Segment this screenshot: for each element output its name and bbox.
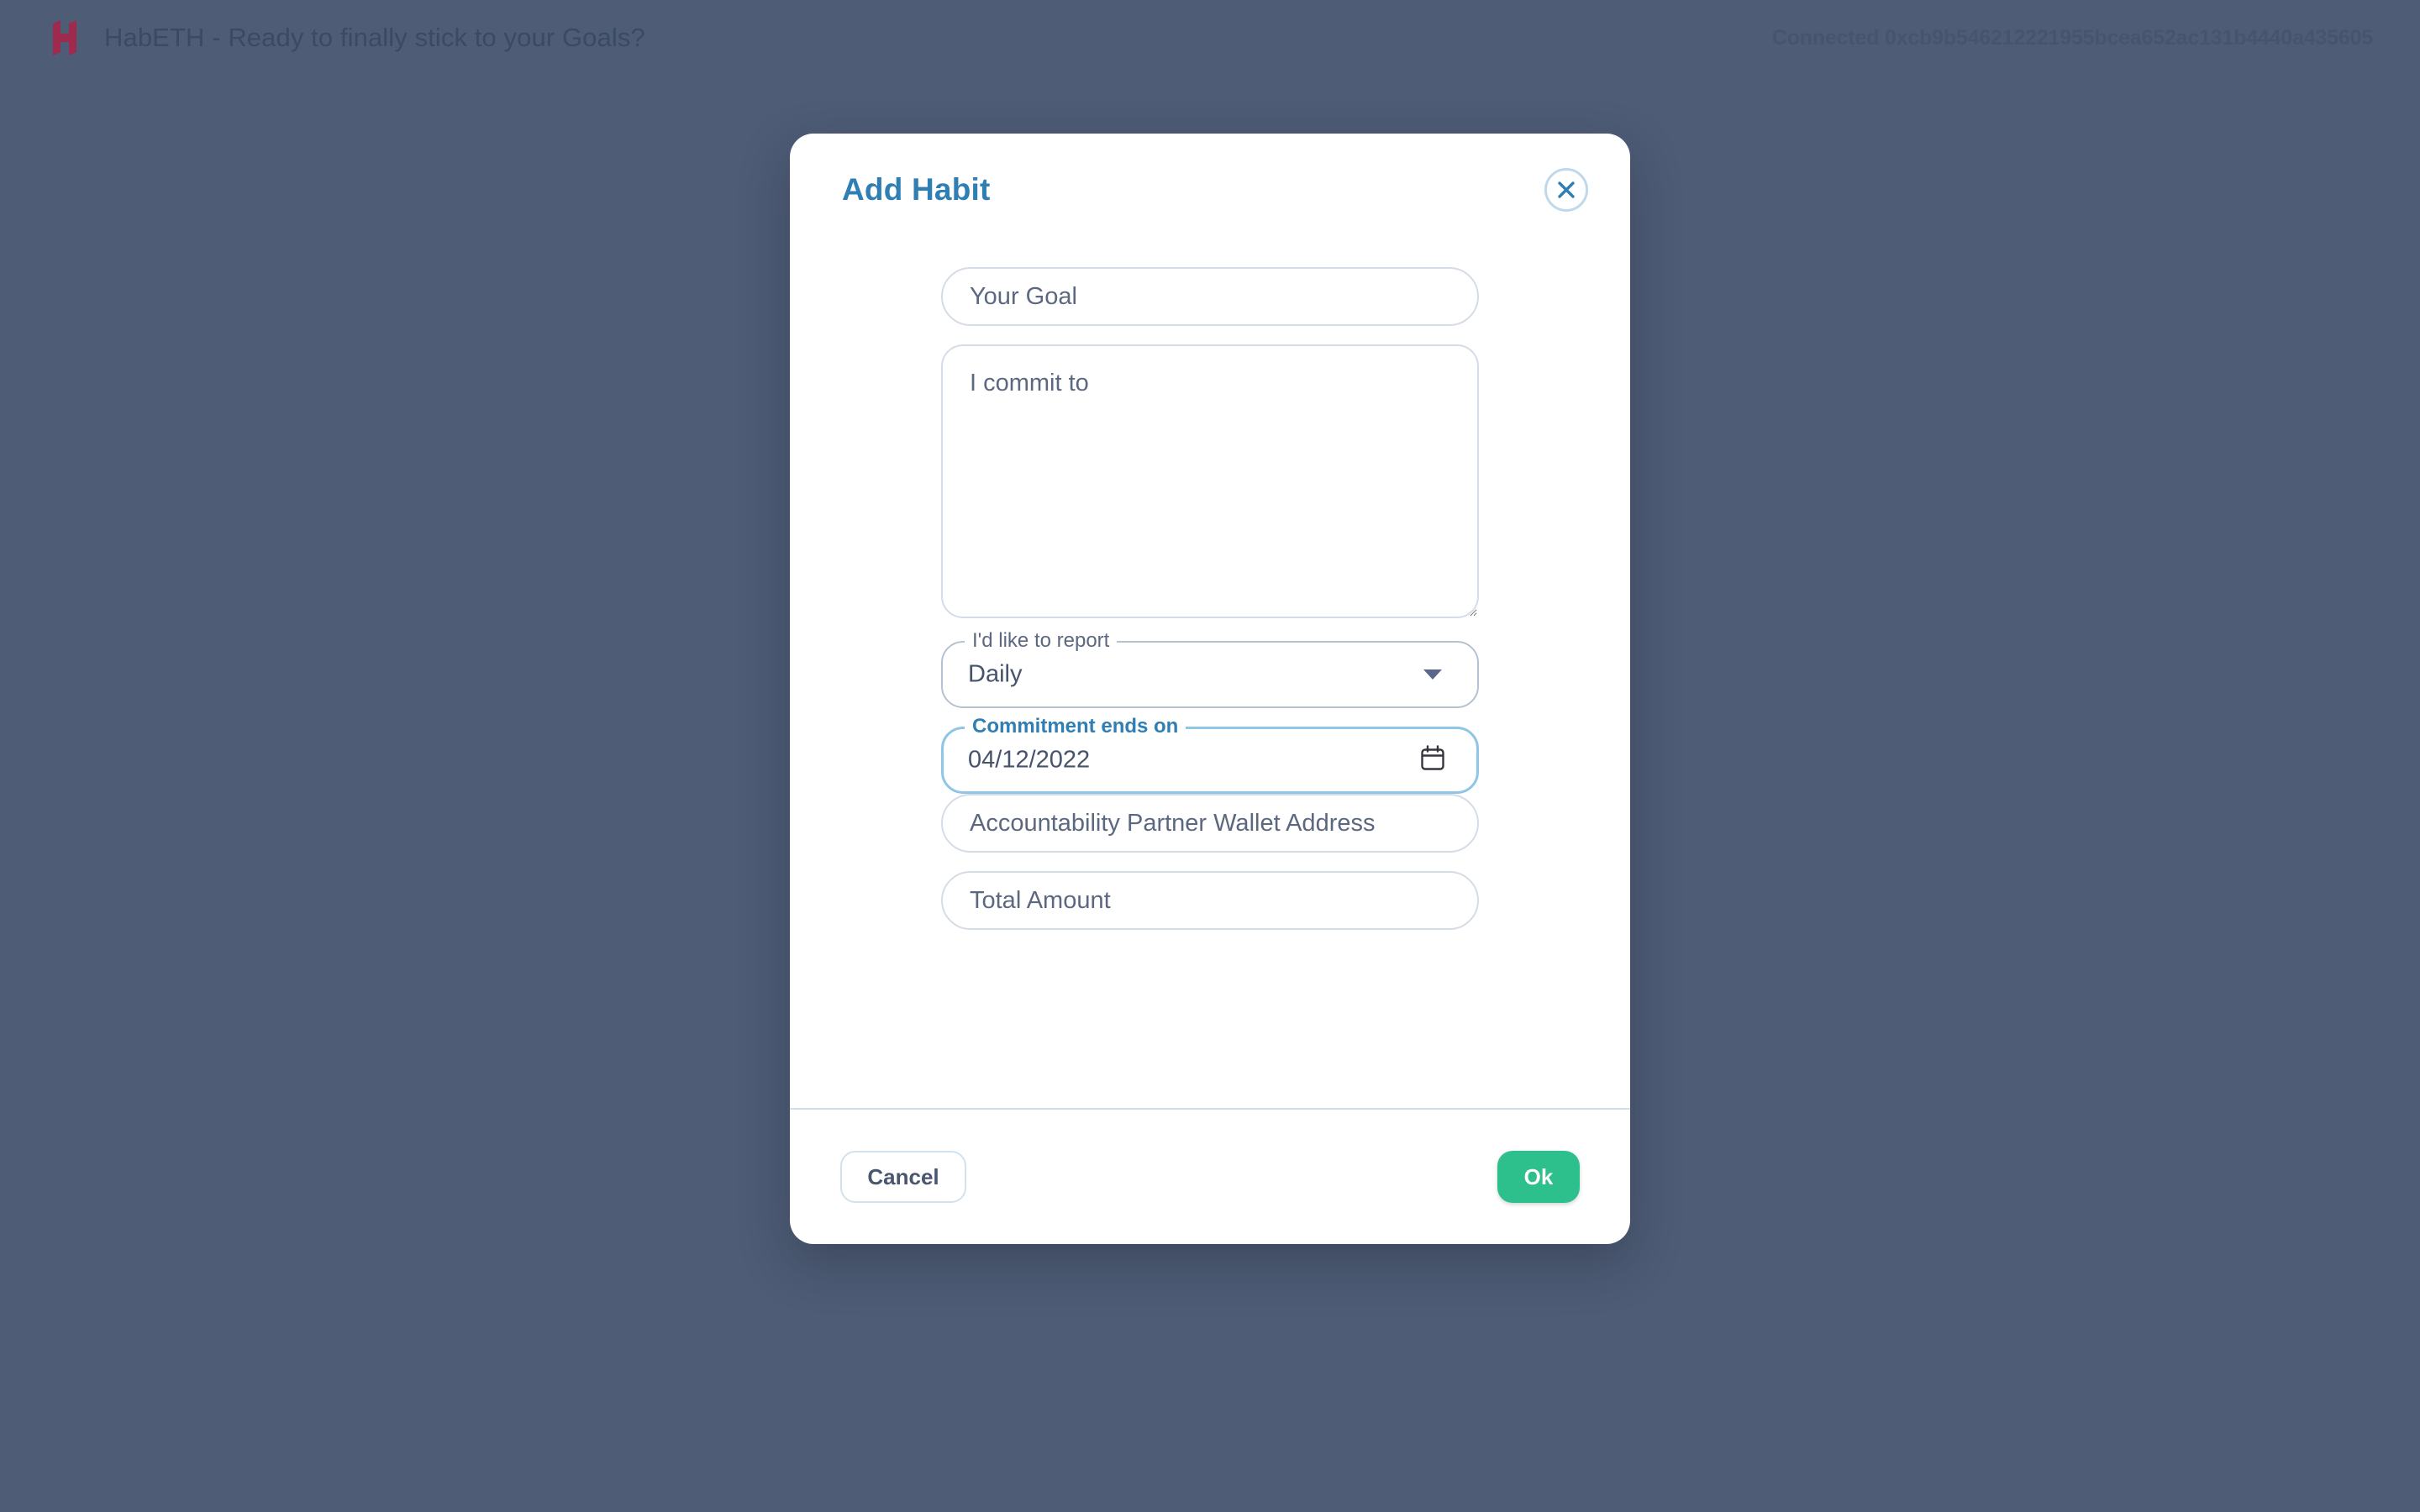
report-frequency-value: Daily [968, 660, 1023, 688]
ok-button[interactable]: Ok [1497, 1151, 1580, 1203]
total-amount-field [941, 871, 1479, 930]
close-dialog-button[interactable] [1544, 167, 1588, 212]
chevron-down-icon[interactable] [1423, 669, 1442, 680]
end-date-field[interactable]: Commitment ends on 04/12/2022 [941, 716, 1479, 794]
brand: HabETH - Ready to finally stick to your … [52, 20, 645, 55]
dialog-body: I'd like to report Daily Commitment ends… [790, 245, 1630, 1108]
top-bar: HabETH - Ready to finally stick to your … [0, 0, 2420, 76]
goal-field [941, 267, 1479, 326]
partner-wallet-field [941, 794, 1479, 853]
total-amount-input[interactable] [941, 871, 1479, 930]
close-x-icon [1555, 179, 1577, 201]
dialog-footer: Cancel Ok [790, 1110, 1630, 1244]
report-frequency-label: I'd like to report [965, 630, 1118, 652]
end-date-label: Commitment ends on [965, 716, 1186, 738]
goal-input[interactable] [941, 267, 1479, 326]
report-frequency-select[interactable]: I'd like to report Daily [941, 630, 1479, 708]
app-title: HabETH - Ready to finally stick to your … [104, 23, 645, 52]
partner-wallet-input[interactable] [941, 794, 1479, 853]
calendar-icon[interactable] [1418, 744, 1447, 777]
dialog-title: Add Habit [842, 171, 991, 207]
commitment-field [941, 344, 1479, 622]
wallet-connection-status: Connected 0xcb9b546212221955bcea652ac131… [1771, 25, 2373, 50]
add-habit-dialog: Add Habit I'd like to report Daily [790, 134, 1630, 1244]
dialog-header: Add Habit [790, 134, 1630, 245]
habeth-h-logo-icon [52, 20, 77, 55]
cancel-button[interactable]: Cancel [840, 1151, 966, 1203]
commitment-textarea[interactable] [941, 344, 1479, 618]
end-date-value: 04/12/2022 [968, 746, 1091, 774]
